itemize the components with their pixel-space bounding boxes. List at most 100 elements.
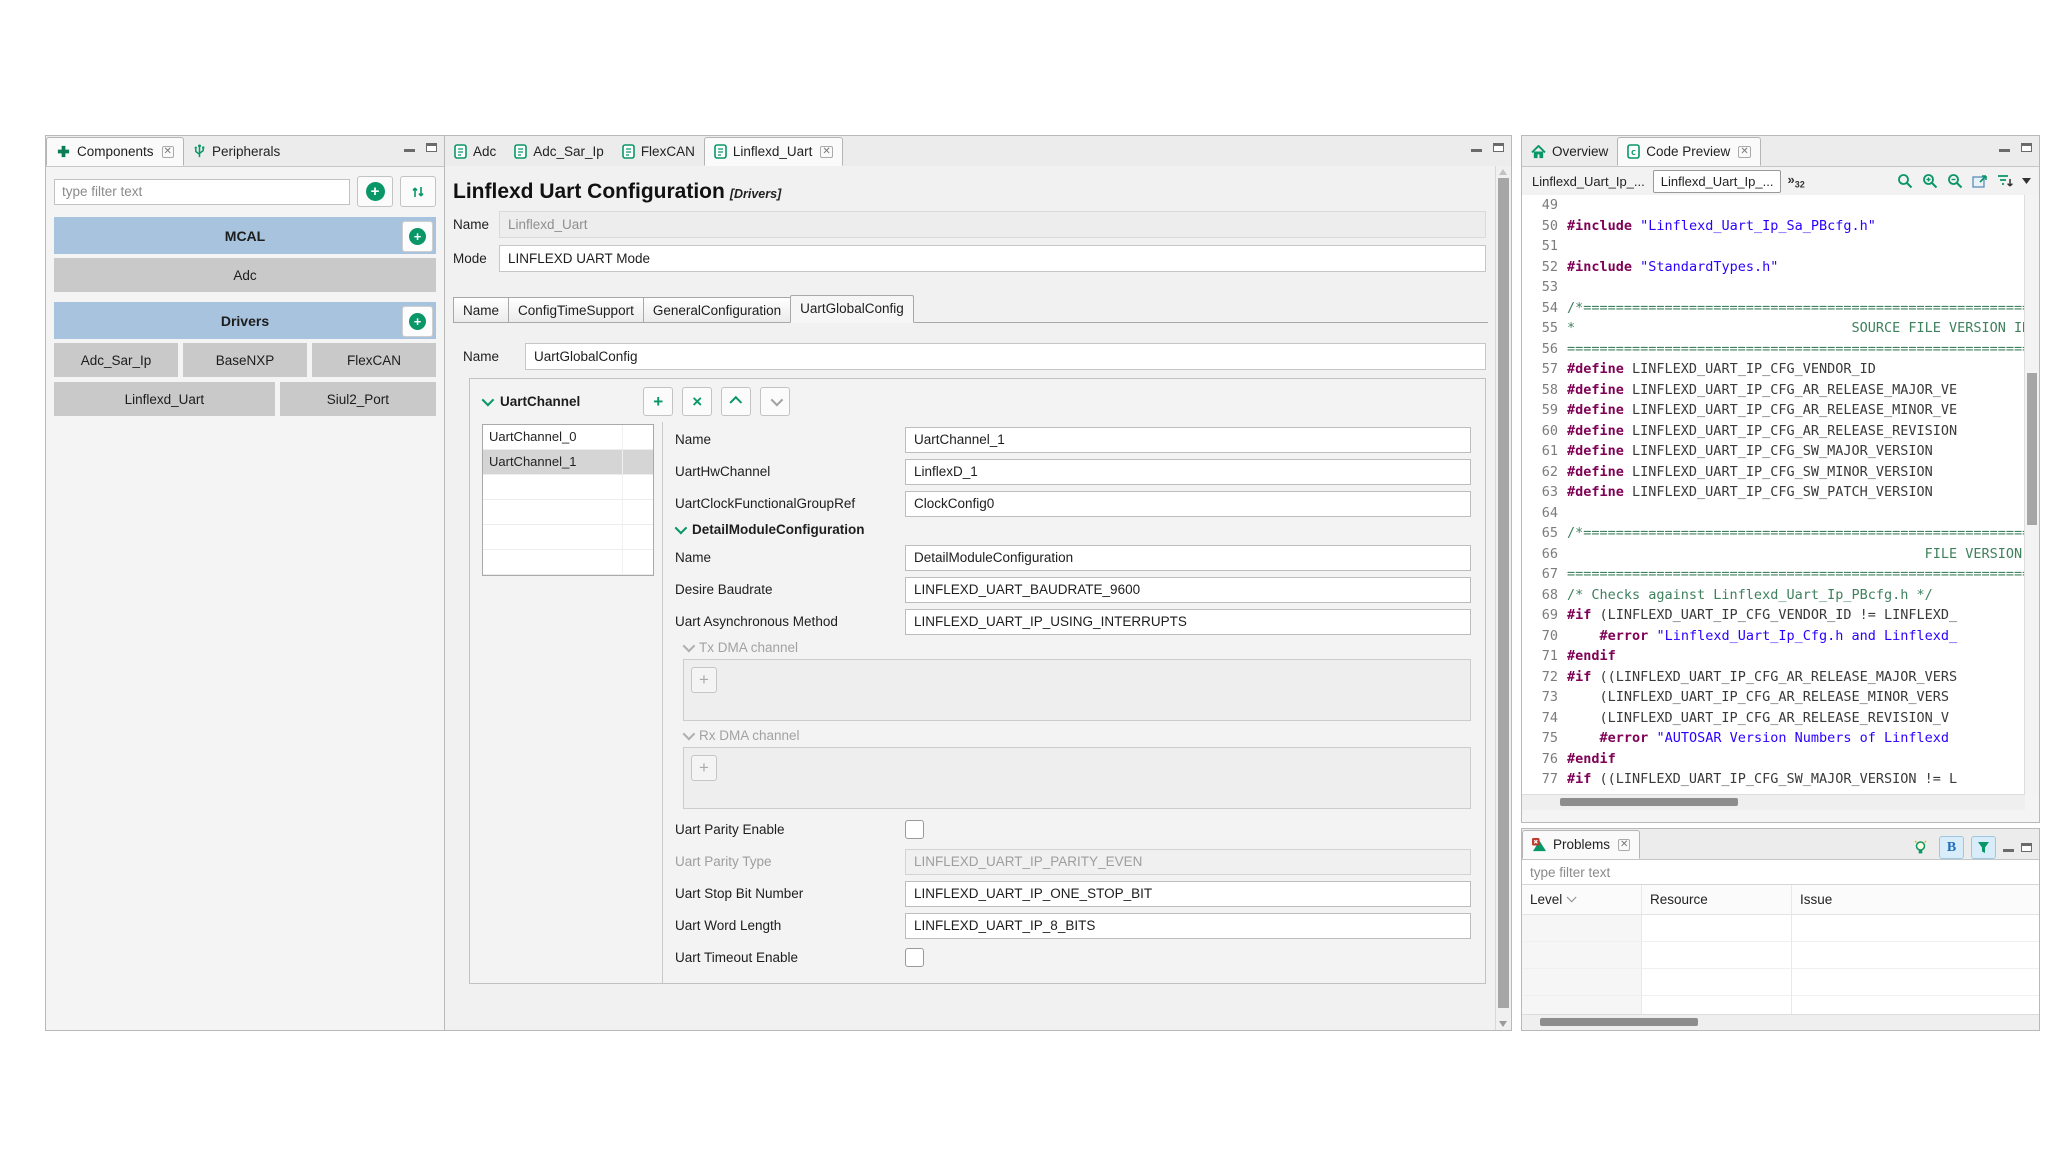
scrollbar-thumb[interactable] <box>1540 1018 1698 1026</box>
add-driver-button[interactable]: + <box>402 306 433 337</box>
components-filter-input[interactable] <box>54 179 350 205</box>
config-tab-uartglobalconfig[interactable]: UartGlobalConfig <box>790 295 914 323</box>
view-menu-icon[interactable] <box>2022 178 2031 184</box>
scroll-down-arrow[interactable] <box>1499 1021 1507 1027</box>
parity-enable-checkbox[interactable] <box>905 820 924 839</box>
code-editor[interactable]: 4950#include "Linflexd_Uart_Ip_Sa_PBcfg.… <box>1522 195 2025 794</box>
collapse-icon[interactable] <box>675 522 688 535</box>
zoom-in-icon[interactable] <box>1922 173 1938 189</box>
minimize-icon[interactable] <box>1471 149 1482 152</box>
component-item-adc[interactable]: Adc <box>54 258 436 292</box>
editor-tab-adc[interactable]: Adc <box>445 137 505 166</box>
component-item-linflexd_uart[interactable]: Linflexd_Uart <box>54 382 275 416</box>
code-vertical-scrollbar[interactable] <box>2024 195 2039 794</box>
collapse-icon[interactable] <box>683 640 696 653</box>
editor-vertical-scrollbar[interactable] <box>1495 166 1511 1030</box>
minimize-icon[interactable] <box>404 149 415 152</box>
column-header-resource[interactable]: Resource <box>1642 885 1792 914</box>
maximize-icon[interactable] <box>426 143 437 152</box>
component-item-siul2_port[interactable]: Siul2_Port <box>280 382 436 416</box>
editor-tab-flexcan[interactable]: FlexCAN <box>613 137 704 166</box>
code-line: 67======================================… <box>1522 564 2025 585</box>
move-up-button[interactable] <box>721 387 751 416</box>
tab-problems[interactable]: Problems ✕ <box>1522 830 1640 859</box>
problems-horizontal-scrollbar[interactable] <box>1522 1014 2039 1030</box>
search-icon[interactable] <box>1897 173 1913 189</box>
config-tab-name[interactable]: Name <box>453 297 509 322</box>
move-down-button[interactable] <box>760 387 790 416</box>
group-header-mcal[interactable]: MCAL + <box>54 217 436 254</box>
editor-tab-linflexd_uart[interactable]: Linflexd_Uart ✕ <box>704 137 843 166</box>
mode-field[interactable]: LINFLEXD UART Mode <box>499 245 1486 272</box>
detail-name-field[interactable]: DetailModuleConfiguration <box>905 545 1471 571</box>
column-header-level[interactable]: Level <box>1522 885 1642 914</box>
tab-peripherals[interactable]: Peripherals <box>184 137 289 166</box>
close-icon[interactable]: ✕ <box>820 146 832 158</box>
component-item-adc_sar_ip[interactable]: Adc_Sar_Ip <box>54 343 178 377</box>
add-tx-dma-button[interactable]: + <box>691 667 717 693</box>
tab-overflow-indicator[interactable]: »32 <box>1787 172 1804 190</box>
tab-components[interactable]: Components ✕ <box>46 137 184 166</box>
bookmark-toggle-button[interactable]: B <box>1939 836 1964 859</box>
config-tab-generalconfiguration[interactable]: GeneralConfiguration <box>643 297 791 322</box>
clock-group-ref-field[interactable]: ClockConfig0 <box>905 491 1471 517</box>
parity-enable-label: Uart Parity Enable <box>675 822 905 837</box>
detail-name-label: Name <box>675 550 905 565</box>
sort-button[interactable] <box>400 176 436 207</box>
close-icon[interactable]: ✕ <box>1738 146 1750 158</box>
add-mcal-button[interactable]: + <box>402 221 433 252</box>
component-item-flexcan[interactable]: FlexCAN <box>312 343 436 377</box>
close-icon[interactable]: ✕ <box>162 146 174 158</box>
add-channel-button[interactable]: + <box>643 387 673 416</box>
minimize-icon[interactable] <box>1999 149 2010 152</box>
async-method-field[interactable]: LINFLEXD_UART_IP_USING_INTERRUPTS <box>905 609 1471 635</box>
maximize-icon[interactable] <box>2021 843 2032 852</box>
timeout-enable-checkbox[interactable] <box>905 948 924 967</box>
channel-name-field[interactable]: UartChannel_1 <box>905 427 1471 453</box>
zoom-out-icon[interactable] <box>1947 173 1963 189</box>
tab-overview[interactable]: Overview <box>1522 137 1617 166</box>
close-icon[interactable]: ✕ <box>1618 839 1630 851</box>
code-text: #error "Linflexd_Uart_Ip_Cfg.h and Linfl… <box>1567 626 1957 647</box>
add-rx-dma-button[interactable]: + <box>691 755 717 781</box>
baudrate-field[interactable]: LINFLEXD_UART_BAUDRATE_9600 <box>905 577 1471 603</box>
code-horizontal-scrollbar[interactable] <box>1522 794 2025 810</box>
editor-tab-adc_sar_ip[interactable]: Adc_Sar_Ip <box>505 137 613 166</box>
components-panel: Components ✕ Peripherals + MCAL + Adc Dr <box>45 135 445 1031</box>
problems-filter-input[interactable] <box>1522 860 2039 885</box>
filter-icon[interactable] <box>1997 174 2013 188</box>
quickfix-lightbulb-icon[interactable] <box>1909 837 1932 858</box>
filter-funnel-button[interactable] <box>1971 836 1996 859</box>
maximize-icon[interactable] <box>2021 143 2032 152</box>
global-name-field[interactable]: UartGlobalConfig <box>525 343 1486 370</box>
collapse-icon[interactable] <box>482 394 495 407</box>
component-item-basenxp[interactable]: BaseNXP <box>183 343 307 377</box>
remove-channel-button[interactable]: × <box>682 387 712 416</box>
group-header-drivers[interactable]: Drivers + <box>54 302 436 339</box>
minimize-icon[interactable] <box>2003 849 2014 852</box>
channel-list-item-uartchannel_1[interactable]: UartChannel_1 <box>483 450 653 475</box>
hw-channel-field[interactable]: LinflexD_1 <box>905 459 1471 485</box>
tab-code-preview[interactable]: c Code Preview ✕ <box>1617 137 1760 166</box>
code-text: #include "Linflexd_Uart_Ip_Sa_PBcfg.h" <box>1567 216 1876 237</box>
scroll-up-arrow[interactable] <box>1499 169 1507 175</box>
column-header-issue[interactable]: Issue <box>1792 885 2039 914</box>
scrollbar-thumb[interactable] <box>2027 373 2037 525</box>
code-line: 75 #error "AUTOSAR Version Numbers of Li… <box>1522 728 2025 749</box>
file-tab-2[interactable]: Linflexd_Uart_Ip_... <box>1653 170 1782 193</box>
file-tab-1[interactable]: Linflexd_Uart_Ip_... <box>1524 170 1653 193</box>
word-length-field[interactable]: LINFLEXD_UART_IP_8_BITS <box>905 913 1471 939</box>
stop-bit-field[interactable]: LINFLEXD_UART_IP_ONE_STOP_BIT <box>905 881 1471 907</box>
export-icon[interactable] <box>1972 174 1988 188</box>
config-tab-configtimesupport[interactable]: ConfigTimeSupport <box>508 297 644 322</box>
rx-dma-label: Rx DMA channel <box>699 728 800 743</box>
maximize-icon[interactable] <box>1493 143 1504 152</box>
editor-tab-label: Linflexd_Uart <box>733 144 813 159</box>
scrollbar-thumb[interactable] <box>1560 798 1738 806</box>
collapse-icon[interactable] <box>683 728 696 741</box>
file-tabbar: Linflexd_Uart_Ip_... Linflexd_Uart_Ip_..… <box>1522 167 2039 196</box>
add-component-button[interactable]: + <box>357 176 393 207</box>
parity-type-label: Uart Parity Type <box>675 854 905 869</box>
scrollbar-thumb[interactable] <box>1498 178 1509 1008</box>
channel-list-item-uartchannel_0[interactable]: UartChannel_0 <box>483 425 653 450</box>
